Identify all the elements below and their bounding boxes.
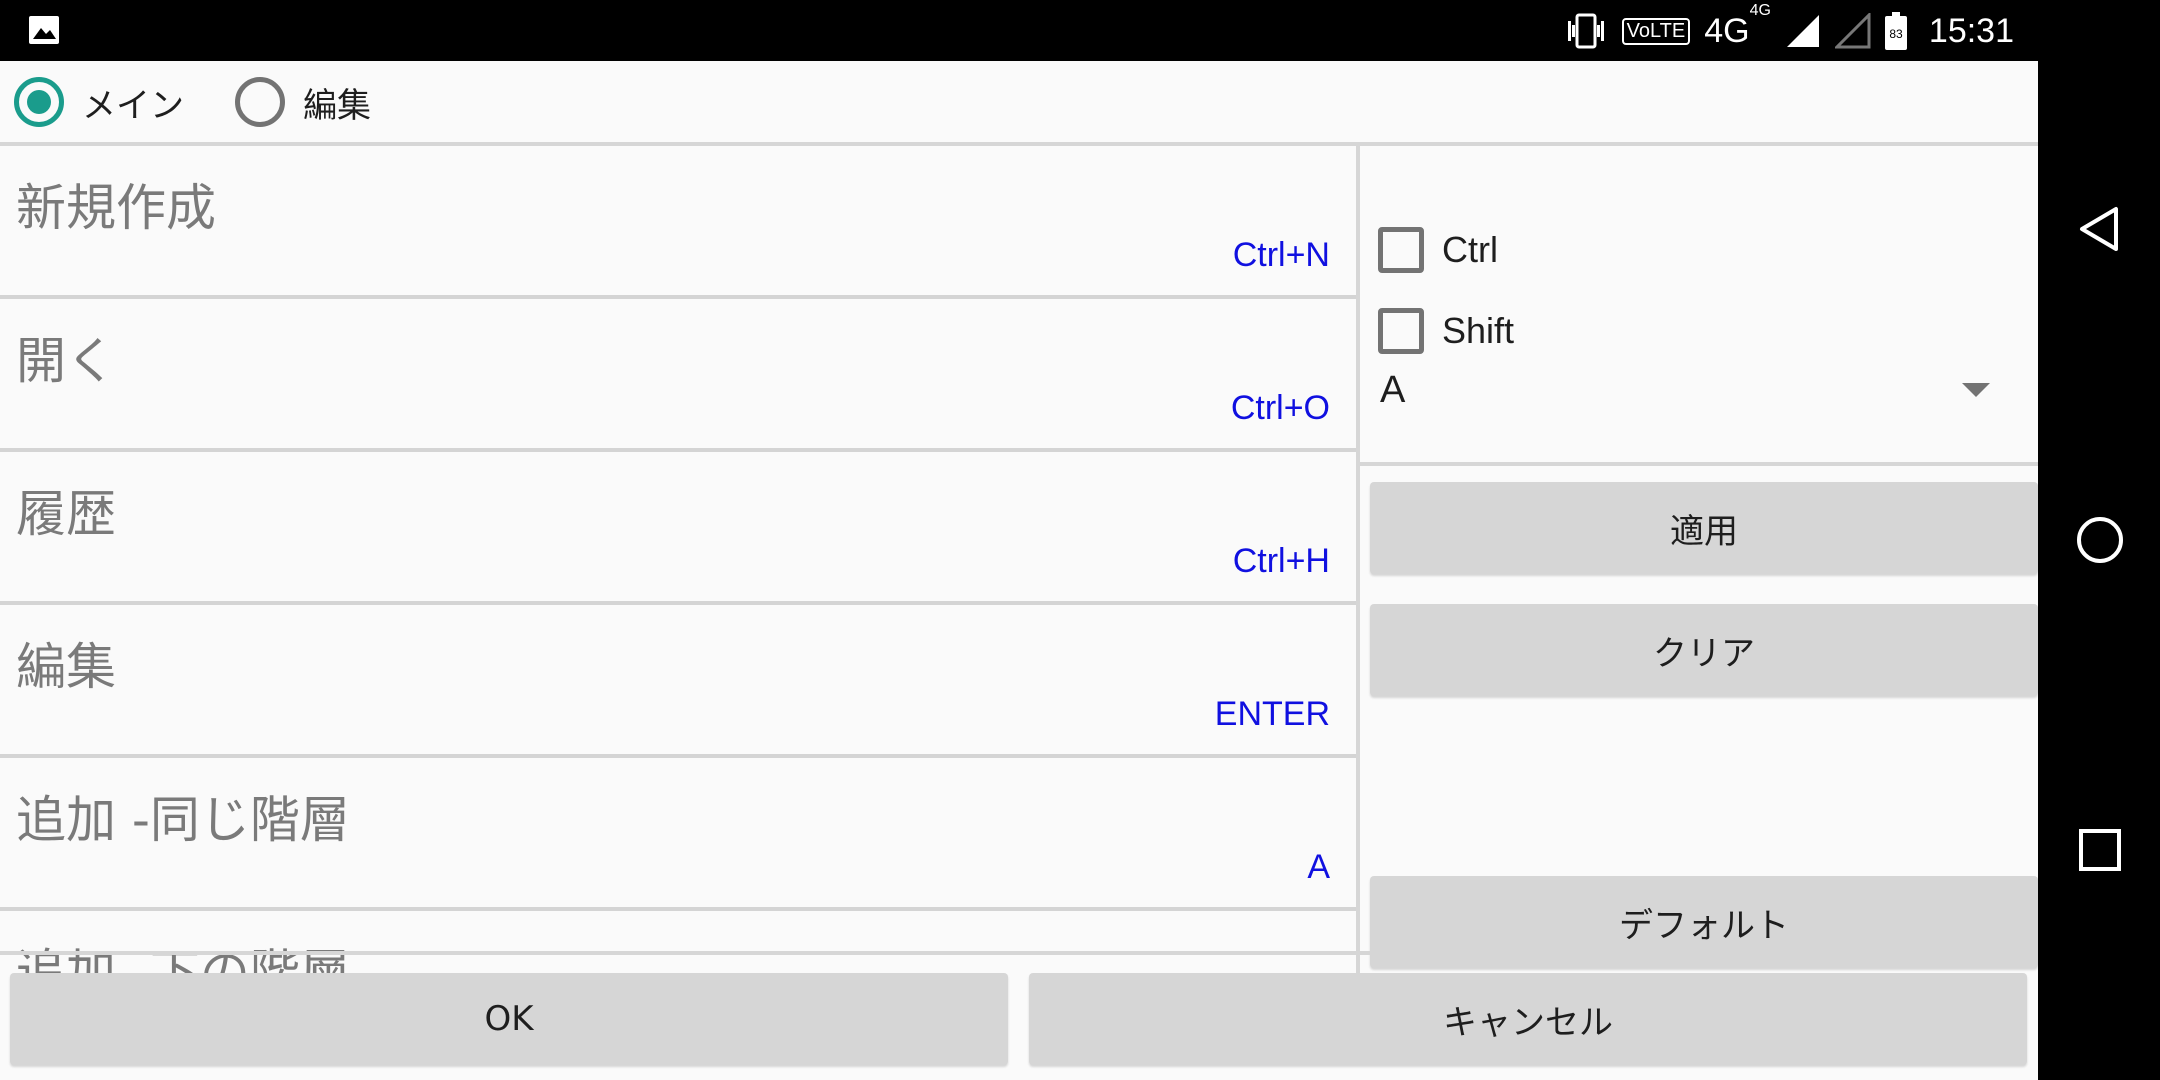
command-name: 編集 <box>16 638 116 696</box>
status-bar: VoLTE 4G4G 83 15:31 <box>0 0 2038 61</box>
list-item[interactable]: 履歴 Ctrl+H <box>0 452 1356 605</box>
ctrl-checkbox-label: Ctrl <box>1442 229 1498 270</box>
command-shortcut: Ctrl+N <box>1232 236 1330 274</box>
gallery-icon <box>29 16 59 44</box>
radio-edit-label: 編集 <box>303 85 371 126</box>
command-name: 追加 -同じ階層 <box>16 791 350 849</box>
radio-main-label: メイン <box>82 85 184 126</box>
ok-button[interactable]: OK <box>10 973 1008 1065</box>
radio-edit[interactable]: 編集 <box>235 75 371 129</box>
list-item[interactable]: 新規作成 Ctrl+N <box>0 146 1356 299</box>
back-icon[interactable] <box>2074 203 2126 255</box>
app-content: メイン 編集 新規作成 Ctrl+N 開く Ctrl+O 履歴 Ctrl+H 編… <box>0 61 2038 1080</box>
cancel-button[interactable]: キャンセル <box>1029 973 2027 1065</box>
vibrate-icon <box>1567 13 1604 49</box>
command-name: 履歴 <box>16 485 116 543</box>
command-shortcut: Ctrl+H <box>1232 542 1330 580</box>
command-list[interactable]: 新規作成 Ctrl+N 開く Ctrl+O 履歴 Ctrl+H 編集 ENTER… <box>0 146 1356 1012</box>
clear-button[interactable]: クリア <box>1370 604 2038 696</box>
list-item[interactable]: 追加 -同じ階層 A <box>0 758 1356 911</box>
command-shortcut: A <box>1307 848 1330 886</box>
radio-checked-icon <box>14 77 64 127</box>
battery-icon: 83 <box>1884 12 1907 50</box>
dropdown-arrow-icon <box>1962 383 1990 397</box>
command-name: 開く <box>16 332 116 390</box>
list-item[interactable]: 開く Ctrl+O <box>0 299 1356 452</box>
clock: 15:31 <box>1928 11 2014 50</box>
list-item[interactable]: 編集 ENTER <box>0 605 1356 758</box>
battery-level: 83 <box>1889 27 1903 41</box>
command-shortcut: ENTER <box>1214 695 1330 733</box>
network-type: 4G4G <box>1704 2 1771 51</box>
ctrl-checkbox[interactable]: Ctrl <box>1378 227 1498 273</box>
signal-icon <box>1786 15 1819 47</box>
key-select-dropdown[interactable]: A <box>1360 341 2038 431</box>
divider <box>0 951 2038 955</box>
recents-icon[interactable] <box>2074 824 2126 876</box>
apply-button[interactable]: 適用 <box>1370 482 2038 574</box>
mode-radio-group: メイン 編集 <box>0 61 2038 144</box>
shortcut-editor-panel: Ctrl Shift A 適用 クリア デフォルト <box>1360 146 2038 1012</box>
command-shortcut: Ctrl+O <box>1230 389 1330 427</box>
divider <box>1360 462 2038 466</box>
navigation-bar <box>2038 0 2160 1080</box>
network-sup: 4G <box>1749 2 1771 20</box>
radio-unchecked-icon <box>235 77 285 127</box>
key-select-value: A <box>1380 369 1406 411</box>
command-name: 新規作成 <box>16 179 216 237</box>
signal-empty-icon <box>1834 13 1871 49</box>
network-label: 4G <box>1704 11 1750 50</box>
home-icon[interactable] <box>2074 514 2126 566</box>
radio-main[interactable]: メイン <box>14 75 184 129</box>
checkbox-unchecked-icon <box>1378 227 1424 273</box>
volte-label: VoLTE <box>1621 17 1691 45</box>
